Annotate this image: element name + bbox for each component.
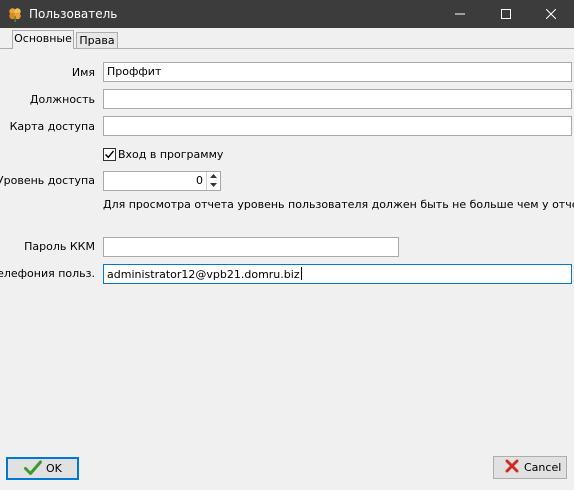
- ok-button[interactable]: OK: [6, 457, 79, 480]
- kkm-password-field[interactable]: [103, 237, 399, 257]
- position-label: Должность: [29, 93, 95, 106]
- chevron-up-icon: [210, 174, 217, 178]
- position-field[interactable]: [103, 89, 572, 109]
- checkmark-icon: [105, 150, 115, 159]
- clover-icon: [7, 6, 23, 22]
- access-level-label: Уровень доступа: [0, 174, 95, 187]
- spin-down-button[interactable]: [207, 181, 220, 190]
- cancel-button[interactable]: Cancel: [493, 456, 567, 479]
- spin-up-button[interactable]: [207, 172, 220, 181]
- telephony-label: Телефония польз.: [0, 267, 95, 280]
- maximize-button[interactable]: [483, 0, 529, 28]
- window-title: Пользователь: [29, 7, 118, 21]
- name-label: Имя: [71, 66, 95, 79]
- name-value: Проффит: [107, 65, 162, 78]
- telephony-value: administrator12@vpb21.domru.biz: [107, 268, 300, 281]
- spinner-buttons: [206, 172, 220, 190]
- text-caret: [300, 267, 302, 280]
- check-icon: [24, 460, 42, 482]
- login-checkbox-label: Вход в программу: [118, 148, 224, 161]
- access-card-field[interactable]: [103, 116, 572, 136]
- chevron-down-icon: [210, 183, 217, 187]
- maximize-icon: [501, 9, 511, 19]
- access-card-label: Карта доступа: [9, 120, 95, 133]
- access-hint: Для просмотра отчета уровень пользовател…: [103, 198, 574, 211]
- minimize-button[interactable]: [437, 0, 483, 28]
- title-bar: Пользователь: [0, 0, 574, 28]
- access-level-spinner[interactable]: 0: [103, 171, 221, 191]
- tab-rights[interactable]: Права: [76, 32, 118, 49]
- close-button[interactable]: [528, 0, 574, 28]
- login-checkbox[interactable]: [103, 148, 116, 161]
- ok-button-label: OK: [46, 462, 62, 475]
- telephony-field[interactable]: administrator12@vpb21.domru.biz: [103, 264, 572, 284]
- kkm-password-label: Пароль ККМ: [24, 240, 95, 253]
- access-level-value: 0: [196, 174, 203, 187]
- minimize-icon: [455, 13, 465, 15]
- x-icon: [505, 459, 519, 480]
- tab-main[interactable]: Основные: [12, 30, 74, 49]
- name-field[interactable]: Проффит: [103, 62, 572, 82]
- close-icon: [546, 9, 556, 19]
- cancel-button-label: Cancel: [524, 461, 562, 474]
